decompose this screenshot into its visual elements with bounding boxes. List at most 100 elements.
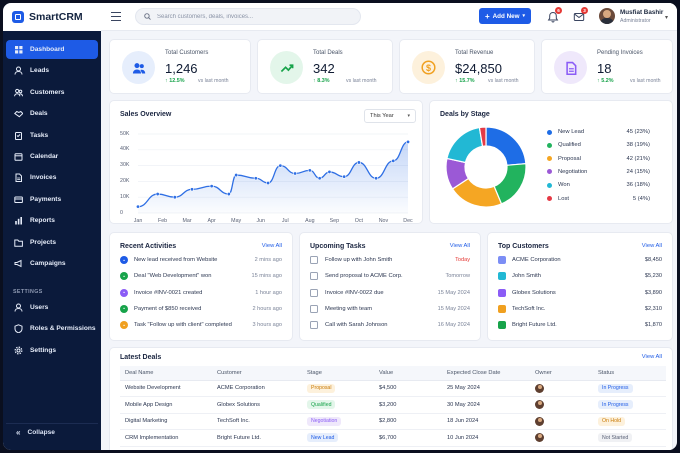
stat-card-pending-invoices[interactable]: Pending Invoices 18 ↑ 5.2% vs last month: [541, 39, 673, 94]
deal-status: In Progress: [593, 396, 666, 414]
sales-data-point[interactable]: [342, 174, 347, 179]
column-header[interactable]: Owner: [530, 366, 593, 381]
sidebar-item-payments[interactable]: Payments: [6, 190, 98, 209]
messages-button[interactable]: 3: [573, 7, 588, 22]
search-input[interactable]: [157, 13, 347, 20]
sidebar-item-projects[interactable]: Projects: [6, 233, 98, 252]
user-avatar[interactable]: [599, 8, 615, 24]
sales-data-point[interactable]: [209, 184, 214, 189]
customer-item[interactable]: TechSoft Inc. $2,310: [498, 302, 662, 316]
legend-item: New Lead: [547, 129, 584, 135]
collapse-icon: «: [16, 428, 21, 437]
table-row[interactable]: Website Development ACME Corporation Propo…: [120, 380, 666, 397]
sales-data-point[interactable]: [405, 139, 410, 144]
stat-label: Total Customers: [165, 50, 209, 56]
sidebar-item-settings[interactable]: Settings: [6, 341, 98, 360]
sidebar-item-reports[interactable]: Reports: [6, 211, 98, 230]
sidebar-item-roles-permissions[interactable]: Roles & Permissions: [6, 319, 98, 338]
column-header[interactable]: Deal Name: [120, 366, 212, 381]
activity-item[interactable]: • New lead received from Website 2 mins ag…: [120, 253, 282, 267]
deals-view-all-link[interactable]: View All: [642, 354, 662, 360]
customer-item[interactable]: Bright Future Ltd. $1,870: [498, 318, 662, 332]
table-row[interactable]: CRM Implementation Bright Future Ltd. New …: [120, 429, 666, 447]
customer-item[interactable]: Globex Solutions $3,890: [498, 286, 662, 300]
donut-slice-won[interactable]: [446, 126, 484, 164]
customer-amount: $1,870: [644, 322, 662, 329]
table-row[interactable]: Mobile App Design Globex Solutions Qualifi…: [120, 396, 666, 414]
stat-value: 342: [313, 61, 335, 76]
column-header[interactable]: Stage: [302, 366, 374, 381]
customer-item[interactable]: John Smith $5,230: [498, 269, 662, 283]
customers-view-all-link[interactable]: View All: [642, 243, 662, 249]
activity-item[interactable]: • Task "Follow up with client" completed 3…: [120, 318, 282, 332]
sidebar-item-deals[interactable]: Deals: [6, 104, 98, 123]
sales-data-point[interactable]: [356, 160, 361, 165]
sales-data-point[interactable]: [278, 163, 283, 168]
chevron-down-icon[interactable]: ▾: [665, 14, 668, 21]
sales-data-point[interactable]: [307, 168, 312, 173]
sales-data-point[interactable]: [234, 173, 239, 178]
sidebar-item-users[interactable]: Users: [6, 298, 98, 317]
sidebar-item-dashboard[interactable]: Dashboard: [6, 40, 98, 59]
sidebar-item-leads[interactable]: Leads: [6, 61, 98, 80]
sidebar-item-invoices[interactable]: Invoices: [6, 168, 98, 187]
stat-card-total-deals[interactable]: Total Deals 342 ↑ 8.3% vs last month: [257, 39, 393, 94]
sales-data-point[interactable]: [155, 192, 160, 197]
sales-data-point[interactable]: [253, 176, 258, 181]
calendar-icon: [14, 153, 23, 161]
customers-title: Top Customers: [498, 243, 549, 250]
deal-name: Website Development: [120, 380, 212, 397]
collapse-button[interactable]: « Collapse: [6, 423, 98, 441]
column-header[interactable]: Expected Close Date: [442, 366, 530, 381]
tasks-view-all-link[interactable]: View All: [450, 243, 470, 249]
activity-item[interactable]: • Payment of $850 received 2 hours ago: [120, 302, 282, 316]
sales-data-point[interactable]: [266, 180, 271, 185]
task-checkbox[interactable]: [310, 304, 318, 313]
sales-data-point[interactable]: [226, 192, 231, 197]
notifications-button[interactable]: 6: [547, 7, 562, 23]
activity-time: 2 hours ago: [252, 305, 282, 312]
customer-item[interactable]: ACME Corporation $8,450: [498, 253, 662, 267]
sales-data-point[interactable]: [135, 204, 140, 209]
add-new-button[interactable]: + Add New ▾: [479, 8, 531, 24]
sales-data-point[interactable]: [293, 171, 298, 176]
donut-slice-new-lead[interactable]: [485, 126, 527, 166]
stat-card-total-revenue[interactable]: $ Total Revenue $24,850 ↑ 15.7% vs last mont…: [399, 39, 535, 94]
sidebar-item-campaigns[interactable]: Campaigns: [6, 254, 98, 273]
user-name[interactable]: Musfiat Bashir: [620, 9, 663, 16]
search-bar[interactable]: [135, 8, 361, 25]
task-checkbox[interactable]: [310, 256, 318, 264]
sales-data-point[interactable]: [327, 169, 332, 174]
activities-view-all-link[interactable]: View All: [262, 243, 282, 249]
sales-data-point[interactable]: [374, 176, 379, 181]
sales-data-point[interactable]: [391, 158, 396, 163]
column-header[interactable]: Value: [374, 366, 442, 381]
sidebar-item-label: Users: [30, 304, 49, 311]
task-checkbox[interactable]: [310, 288, 318, 297]
task-checkbox[interactable]: [310, 321, 318, 330]
task-checkbox[interactable]: [310, 272, 318, 281]
stat-card-total-customers[interactable]: Total Customers 1,246 ↑ 12.5% vs last month: [109, 39, 251, 94]
sidebar-item-calendar[interactable]: Calendar: [6, 147, 98, 166]
stat-change: ↑ 8.3%: [313, 78, 330, 84]
sidebar-item-tasks[interactable]: Tasks: [6, 126, 98, 145]
activity-item[interactable]: • Deal "Web Development" won 15 mins ago: [120, 269, 282, 283]
stage-badge: New Lead: [307, 433, 339, 443]
column-header[interactable]: Status: [593, 366, 666, 381]
sidebar-item-customers[interactable]: Customers: [6, 83, 98, 102]
activity-item[interactable]: • Invoice #INV-0021 created 1 hour ago: [120, 286, 282, 300]
table-row[interactable]: Digital Marketing TechSoft Inc. Negotiatio…: [120, 413, 666, 430]
legend-item: Qualified: [547, 142, 581, 148]
sidebar: SmartCRM Dashboard Leads Customers Deals Tas…: [3, 3, 101, 450]
menu-toggle-icon[interactable]: [111, 12, 121, 21]
sales-data-point[interactable]: [317, 176, 322, 181]
brand[interactable]: SmartCRM: [3, 3, 101, 31]
sidebar-item-label: Dashboard: [30, 46, 65, 53]
task-due: 15 May 2024: [437, 305, 470, 312]
legend-item: Won: [547, 182, 570, 188]
stat-label: Pending Invoices: [597, 50, 643, 56]
sales-data-point[interactable]: [190, 187, 195, 192]
owner-avatar: [535, 400, 544, 410]
sales-data-point[interactable]: [172, 195, 177, 200]
column-header[interactable]: Customer: [212, 366, 302, 381]
